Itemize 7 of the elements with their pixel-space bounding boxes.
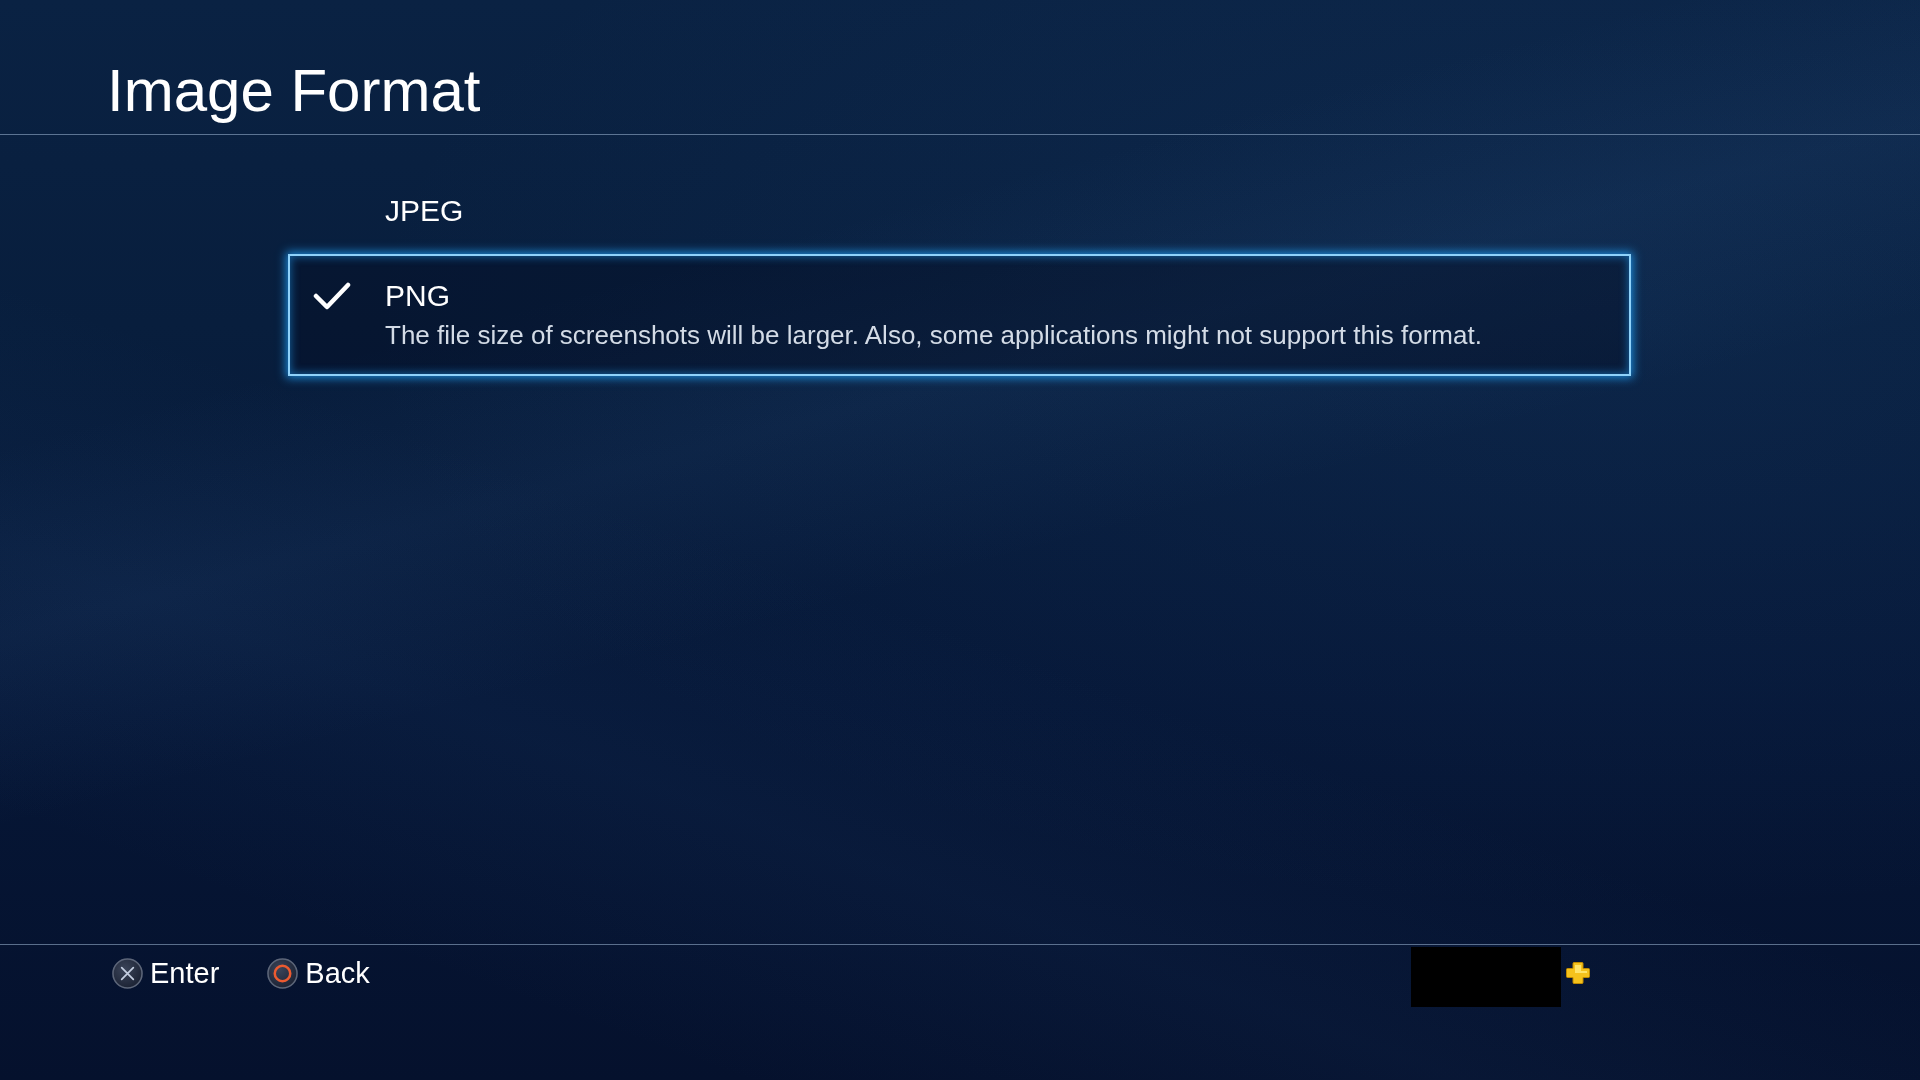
page-title: Image Format	[107, 56, 481, 126]
circle-button-icon	[267, 958, 299, 989]
format-option[interactable]: PNG The file size of screenshots will be larger. Also, some applications might not support this format.	[288, 254, 1631, 376]
hint-label: Back	[305, 958, 370, 989]
cross-button-icon	[112, 958, 143, 989]
hint-label: Enter	[150, 958, 220, 989]
format-option[interactable]: JPEG	[288, 169, 1631, 254]
